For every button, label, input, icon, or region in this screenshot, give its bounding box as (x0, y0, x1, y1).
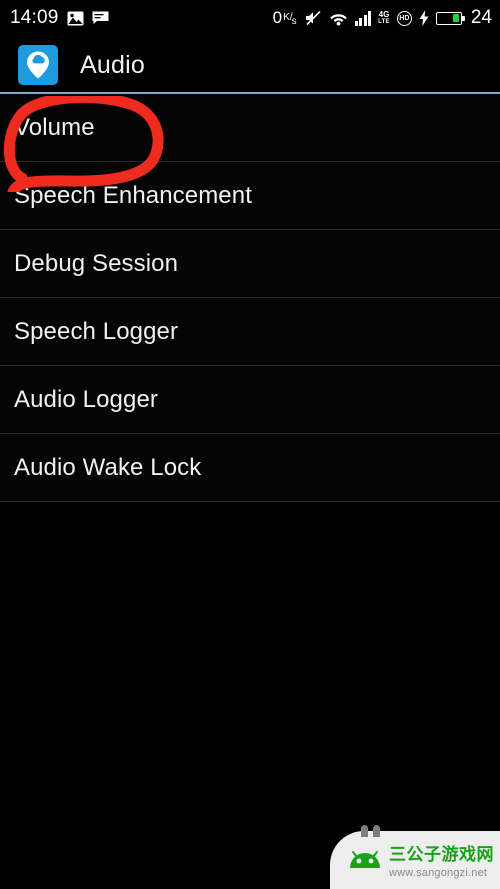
list-item-label: Speech Logger (14, 317, 179, 345)
message-icon (92, 11, 109, 25)
list-item-label: Volume (14, 113, 95, 141)
watermark: 三公子游戏网 www.sangongzi.net (330, 825, 500, 889)
lte-icon: 4G LTE (378, 10, 390, 26)
watermark-content: 三公子游戏网 www.sangongzi.net (348, 845, 494, 879)
lte-top-label: 4G (378, 10, 390, 19)
settings-list: Volume Speech Enhancement Debug Session … (0, 94, 500, 502)
status-bar: 14:09 0 K/s 4G LTE HD 24 (0, 0, 500, 36)
list-item-speech-logger[interactable]: Speech Logger (0, 298, 500, 366)
battery-icon (435, 11, 465, 25)
network-speed-unit: K/s (283, 12, 297, 27)
page-title: Audio (80, 50, 145, 79)
list-item-audio-logger[interactable]: Audio Logger (0, 366, 500, 434)
mute-icon (305, 10, 322, 26)
wifi-icon (329, 11, 348, 26)
watermark-title: 三公子游戏网 (389, 845, 494, 865)
robot-antenna-icon (361, 825, 380, 837)
watermark-url: www.sangongzi.net (389, 866, 488, 879)
list-item-speech-enhancement[interactable]: Speech Enhancement (0, 162, 500, 230)
android-robot-icon (348, 846, 382, 879)
charging-icon (419, 10, 429, 26)
battery-percent-label: 24 (470, 7, 492, 28)
signal-bars-icon (354, 10, 372, 26)
list-item-label: Speech Enhancement (14, 181, 252, 209)
location-pin-cloud-icon (18, 45, 58, 85)
list-item-volume[interactable]: Volume (0, 94, 500, 162)
list-item-label: Audio Wake Lock (14, 453, 202, 481)
network-speed-indicator: 0 K/s (273, 8, 298, 28)
hd-icon: HD (396, 10, 412, 26)
app-header: Audio (0, 36, 500, 94)
list-item-audio-wake-lock[interactable]: Audio Wake Lock (0, 434, 500, 502)
network-speed-value: 0 (272, 8, 283, 27)
watermark-text: 三公子游戏网 www.sangongzi.net (389, 845, 494, 879)
hd-label: HD (399, 14, 410, 22)
list-item-label: Audio Logger (14, 385, 158, 413)
list-item-debug-session[interactable]: Debug Session (0, 230, 500, 298)
list-item-label: Debug Session (14, 249, 179, 277)
status-bar-left: 14:09 (10, 7, 109, 29)
status-clock: 14:09 (10, 7, 59, 28)
lte-bottom-label: LTE (378, 19, 390, 25)
image-icon (67, 11, 84, 26)
status-bar-right: 0 K/s 4G LTE HD 24 (273, 7, 492, 29)
battery-fill (453, 14, 460, 22)
